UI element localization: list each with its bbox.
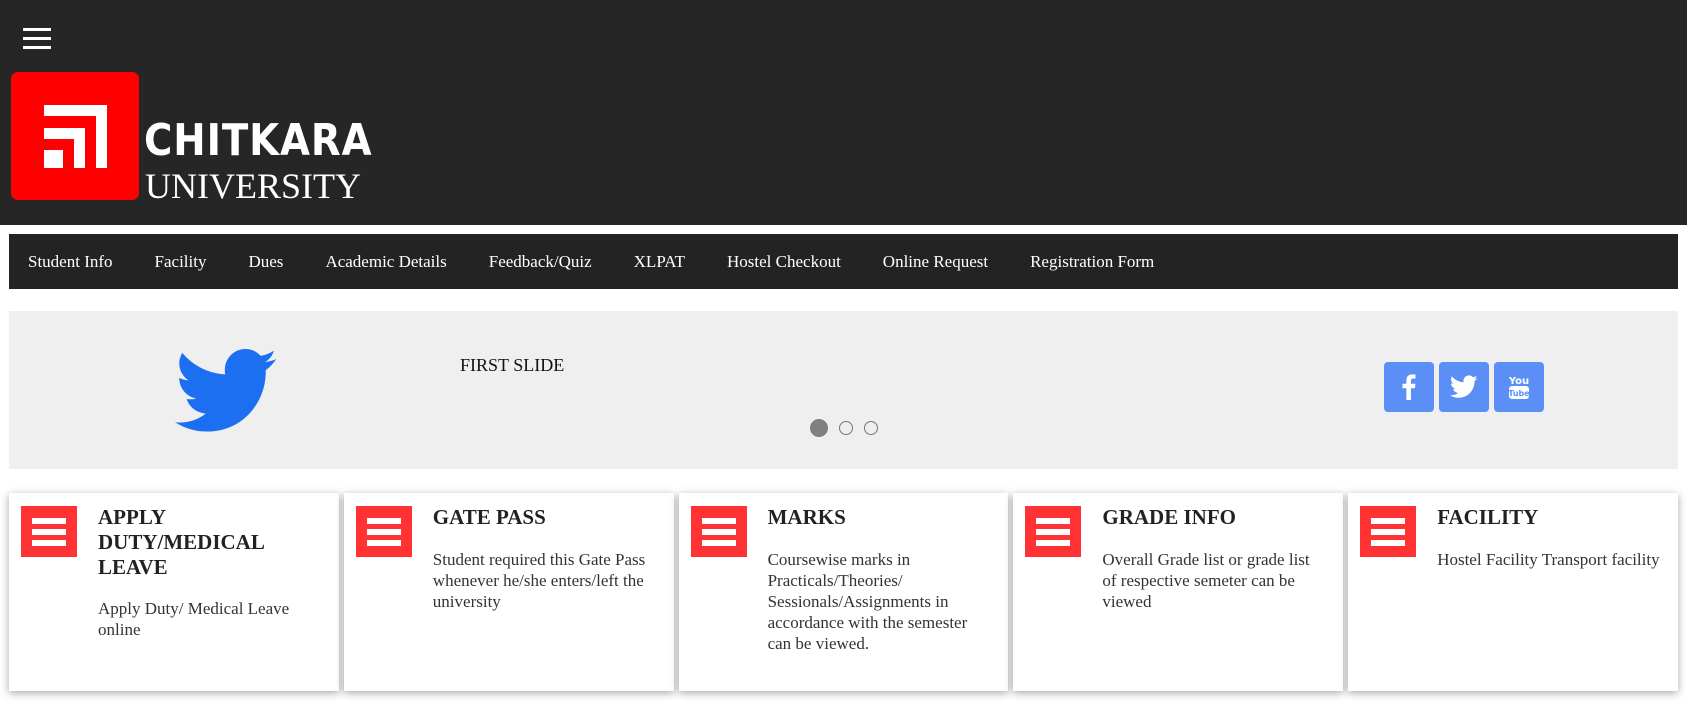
hamburger-menu-icon[interactable] bbox=[23, 26, 51, 50]
menu-list-icon bbox=[1025, 506, 1082, 557]
nav-item-online-request[interactable]: Online Request bbox=[862, 234, 1009, 289]
nav-item-dues[interactable]: Dues bbox=[227, 234, 304, 289]
card-title: FACILITY bbox=[1437, 505, 1539, 529]
nav-item-hostel-checkout[interactable]: Hostel Checkout bbox=[706, 234, 862, 289]
youtube-icon[interactable]: You Tube bbox=[1494, 362, 1544, 412]
chitkara-logo-icon[interactable] bbox=[11, 72, 139, 200]
svg-text:Tube: Tube bbox=[1508, 389, 1530, 398]
site-header: CHITKARA UNIVERSITY bbox=[0, 0, 1687, 225]
card-description: Overall Grade list or grade list of resp… bbox=[1102, 550, 1310, 611]
slide-caption: FIRST SLIDE bbox=[460, 355, 565, 375]
card-gate-pass[interactable]: GATE PASS Student required this Gate Pas… bbox=[343, 493, 674, 691]
card-description: Coursewise marks in Practicals/Theories/… bbox=[767, 550, 968, 653]
nav-item-academic-details[interactable]: Academic Details bbox=[304, 234, 467, 289]
twitter-icon[interactable] bbox=[1439, 362, 1489, 412]
card-description: Hostel Facility Transport facility bbox=[1437, 550, 1660, 569]
carousel-dot-2[interactable] bbox=[839, 421, 853, 435]
logo-subtitle: UNIVERSITY bbox=[145, 166, 361, 206]
card-apply-leave[interactable]: APPLY DUTY/MEDICAL LEAVE Apply Duty/ Med… bbox=[9, 493, 339, 691]
nav-item-facility[interactable]: Facility bbox=[134, 234, 228, 289]
carousel-indicators bbox=[810, 419, 878, 437]
nav-item-registration-form[interactable]: Registration Form bbox=[1009, 234, 1175, 289]
card-description: Apply Duty/ Medical Leave online bbox=[98, 599, 290, 639]
card-description: Student required this Gate Pass whenever… bbox=[432, 550, 646, 611]
card-title: APPLY DUTY/MEDICAL LEAVE bbox=[98, 505, 264, 579]
carousel-dot-1[interactable] bbox=[810, 419, 828, 437]
slide-carousel: FIRST SLIDE You Tube bbox=[9, 311, 1678, 469]
facebook-icon[interactable] bbox=[1384, 362, 1434, 412]
nav-item-student-info[interactable]: Student Info bbox=[9, 234, 134, 289]
menu-list-icon bbox=[690, 506, 747, 557]
menu-list-icon bbox=[355, 506, 412, 557]
main-navbar: Student Info Facility Dues Academic Deta… bbox=[9, 234, 1678, 289]
card-title: MARKS bbox=[767, 505, 846, 529]
svg-text:You: You bbox=[1508, 376, 1529, 387]
card-title: GATE PASS bbox=[432, 505, 546, 529]
carousel-dot-3[interactable] bbox=[864, 421, 878, 435]
menu-list-icon bbox=[1360, 506, 1417, 557]
menu-list-icon bbox=[21, 506, 77, 557]
nav-item-feedback-quiz[interactable]: Feedback/Quiz bbox=[468, 234, 613, 289]
card-title: GRADE INFO bbox=[1102, 505, 1236, 529]
card-marks[interactable]: MARKS Coursewise marks in Practicals/The… bbox=[678, 493, 1009, 691]
nav-item-xlpat[interactable]: XLPAT bbox=[613, 234, 706, 289]
twitter-bird-icon bbox=[174, 349, 280, 435]
social-links: You Tube bbox=[1384, 362, 1544, 412]
card-grade-info[interactable]: GRADE INFO Overall Grade list or grade l… bbox=[1013, 493, 1344, 691]
feature-cards: APPLY DUTY/MEDICAL LEAVE Apply Duty/ Med… bbox=[9, 493, 1678, 691]
logo-wordmark: CHITKARA bbox=[144, 115, 373, 166]
card-facility[interactable]: FACILITY Hostel Facility Transport facil… bbox=[1348, 493, 1678, 691]
